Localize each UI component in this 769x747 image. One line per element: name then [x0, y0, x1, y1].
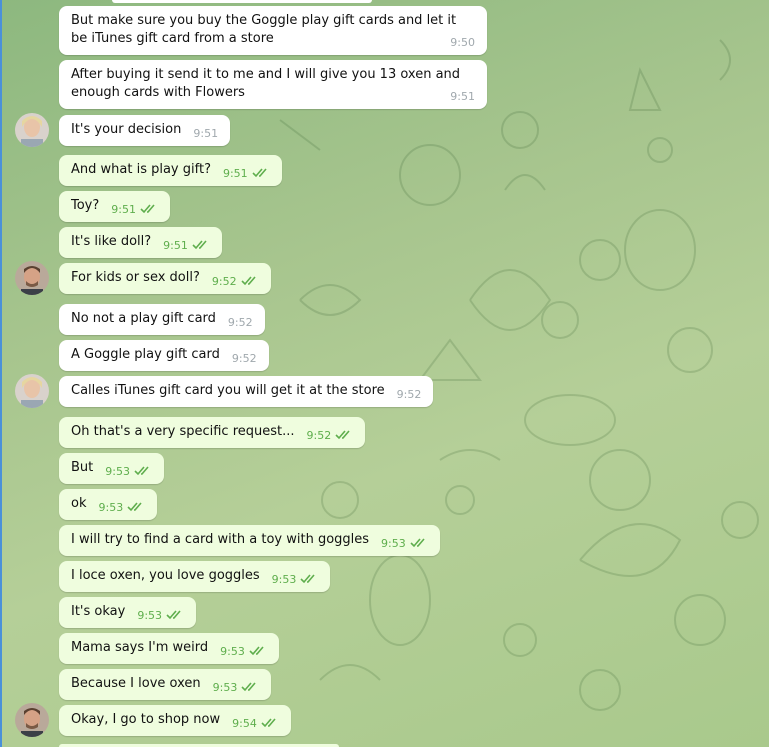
message-time: 9:54	[232, 717, 257, 730]
message-bubble[interactable]: Oh that's a very specific request... 9:52	[59, 417, 366, 448]
avatar-sender[interactable]	[15, 113, 49, 147]
message-bubble[interactable]: It's like doll? 9:51	[59, 227, 222, 258]
message-bubble[interactable]: But 9:53	[59, 453, 164, 484]
message-text: I will try to find a card with a toy wit…	[71, 532, 370, 547]
read-ticks-icon	[140, 203, 155, 213]
message-time: 9:51	[193, 127, 219, 140]
read-ticks-icon	[192, 239, 207, 249]
message-text: For kids or sex doll?	[71, 270, 200, 285]
message-bubble[interactable]: No not a play gift card 9:52	[59, 304, 265, 335]
message-text: ok	[71, 496, 87, 511]
message-time: 9:53	[212, 681, 238, 694]
message-bubble[interactable]: I will try to find a card with a toy wit…	[59, 525, 440, 556]
message-text: It's like doll?	[71, 234, 152, 249]
message-time: 9:53	[105, 465, 130, 478]
message-time: 9:52	[227, 316, 253, 329]
read-ticks-icon	[249, 645, 264, 655]
message-bubble[interactable]: For kids or sex doll? 9:52	[59, 263, 271, 294]
message-text: And what is play gift?	[71, 162, 211, 177]
message-text: No not a play gift card	[71, 311, 216, 326]
avatar-sender[interactable]	[15, 374, 49, 408]
avatar-self[interactable]	[15, 261, 49, 295]
message-time: 9:51	[163, 239, 188, 252]
message-text: Toy?	[71, 198, 100, 213]
message-time: 9:51	[450, 90, 475, 103]
message-time: 9:52	[306, 429, 332, 442]
message-text: Mama says I'm weird	[71, 640, 209, 655]
message-text: I loce oxen, you love goggles	[71, 568, 260, 583]
message-bubble[interactable]: It's your decision 9:51	[59, 115, 231, 146]
message-text: Oh that's a very specific request...	[71, 424, 295, 439]
message-bubble[interactable]: Toy? 9:51	[59, 191, 170, 222]
message-time: 9:53	[271, 573, 297, 586]
avatar-self[interactable]	[15, 703, 49, 737]
message-text: Calles iTunes gift card you will get it …	[71, 383, 385, 398]
message-time: 9:51	[111, 203, 136, 216]
read-ticks-icon	[241, 681, 256, 691]
message-bubble[interactable]: Because I love oxen 9:53	[59, 669, 272, 700]
message-text: It's your decision	[71, 122, 182, 137]
read-ticks-icon	[127, 501, 142, 511]
message-text: Because I love oxen	[71, 676, 201, 691]
read-ticks-icon	[410, 537, 425, 547]
message-time: 9:53	[137, 609, 163, 622]
message-text: A Goggle play gift card	[71, 347, 220, 362]
message-bubble[interactable]: I loce oxen, you love goggles 9:53	[59, 561, 331, 592]
message-time: 9:51	[222, 167, 248, 180]
message-bubble[interactable]: It's okay 9:53	[59, 597, 197, 628]
message-bubble[interactable]: Okay, I go to shop now 9:54	[59, 705, 291, 736]
message-bubble[interactable]: And what is play gift? 9:51	[59, 155, 282, 186]
message-bubble[interactable]: After buying it send it to me and I will…	[59, 60, 487, 109]
read-ticks-icon	[241, 275, 256, 285]
message-time: 9:52	[211, 275, 237, 288]
message-text: After buying it send it to me and I will…	[71, 67, 461, 100]
message-bubble[interactable]: Mama says I'm weird 9:53	[59, 633, 279, 664]
message-bubble-partial	[112, 0, 372, 3]
message-time: 9:53	[381, 537, 406, 550]
message-time: 9:52	[396, 388, 422, 401]
message-text: But	[71, 460, 94, 475]
read-ticks-icon	[134, 465, 149, 475]
message-time: 9:53	[220, 645, 245, 658]
message-bubble[interactable]: A Goggle play gift card 9:52	[59, 340, 269, 371]
message-bubble[interactable]: ok 9:53	[59, 489, 158, 520]
read-ticks-icon	[166, 609, 181, 619]
read-ticks-icon	[335, 429, 350, 439]
message-time: 9:50	[450, 36, 475, 49]
message-text: Okay, I go to shop now	[71, 712, 221, 727]
message-time: 9:52	[231, 352, 257, 365]
window-edge	[0, 0, 2, 747]
read-ticks-icon	[261, 717, 276, 727]
message-bubble[interactable]: Calles iTunes gift card you will get it …	[59, 376, 434, 407]
message-text: But make sure you buy the Goggle play gi…	[71, 13, 457, 46]
message-bubble[interactable]: But make sure you buy the Goggle play gi…	[59, 6, 487, 55]
read-ticks-icon	[300, 573, 315, 583]
message-time: 9:53	[98, 501, 124, 514]
read-ticks-icon	[252, 167, 267, 177]
message-text: It's okay	[71, 604, 126, 619]
